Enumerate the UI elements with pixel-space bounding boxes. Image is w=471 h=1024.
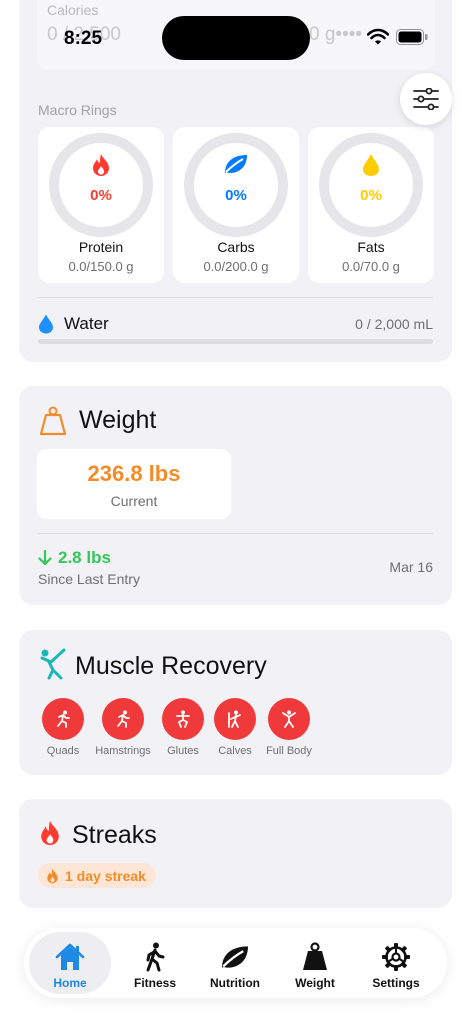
tab-home[interactable]: Home	[29, 932, 111, 994]
gear-icon	[381, 942, 411, 972]
walking-figure-icon	[143, 942, 167, 972]
muscle-label: Quads	[46, 745, 80, 757]
streaks-card[interactable]: Streaks 1 day streak	[19, 799, 452, 908]
tab-fitness[interactable]: Fitness	[114, 932, 196, 994]
arrow-down-icon	[38, 550, 52, 566]
filter-button[interactable]	[400, 73, 452, 125]
running-figure-icon	[102, 698, 144, 740]
divider	[38, 533, 433, 534]
tab-label: Weight	[295, 976, 335, 990]
muscle-recovery-card[interactable]: Muscle Recovery Quads Hamstrings Glutes …	[19, 630, 452, 775]
water-label: Water	[64, 314, 109, 333]
weight-date: Mar 16	[389, 559, 433, 575]
muscle-item-glutes[interactable]: Glutes	[153, 698, 213, 757]
streak-badge-label: 1 day streak	[65, 867, 146, 884]
weight-change-value: 2.8 lbs	[58, 548, 111, 567]
current-weight-label: Current	[110, 493, 158, 509]
water-drop-icon	[38, 314, 54, 334]
streak-badge: 1 day streak	[38, 863, 156, 888]
wifi-icon	[366, 28, 390, 46]
macro-amount: 0.0/150.0 g	[68, 259, 134, 274]
water-progress-bar	[38, 339, 433, 344]
status-time: 8:25	[64, 28, 103, 49]
macro-percent: 0%	[90, 187, 112, 204]
water-value: 0 / 2,000 mL	[355, 316, 433, 332]
weight-card[interactable]: Weight 236.8 lbs Current 2.8 lbs Since L…	[19, 386, 452, 605]
leaf-icon	[219, 942, 251, 972]
macro-name: Protein	[78, 239, 124, 255]
stretching-figure-icon	[39, 648, 67, 685]
house-icon	[55, 942, 85, 972]
macro-percent: 0%	[360, 187, 382, 204]
macro-amount: 0.0/70.0 g	[342, 259, 400, 274]
muscle-label: Full Body	[266, 745, 312, 757]
flame-icon	[39, 819, 61, 852]
flame-icon	[38, 153, 164, 179]
macro-ring	[319, 133, 423, 237]
flame-icon	[47, 868, 58, 883]
running-figure-icon	[42, 698, 84, 740]
tab-settings[interactable]: Settings	[355, 932, 437, 994]
weight-title: Weight	[79, 406, 157, 434]
scale-weight-icon	[39, 406, 67, 441]
muscle-item-calves[interactable]: Calves	[205, 698, 265, 757]
muscle-label: Calves	[218, 745, 252, 757]
scale-weight-icon	[301, 942, 329, 972]
macro-rings-title: Macro Rings	[38, 102, 117, 118]
drop-icon	[308, 153, 434, 179]
current-weight-box: 236.8 lbs Current	[37, 449, 231, 519]
leaf-icon	[173, 153, 299, 179]
macro-ring	[184, 133, 288, 237]
macro-ring	[49, 133, 153, 237]
tab-label: Fitness	[133, 976, 176, 990]
tab-label: Settings	[372, 976, 420, 990]
squat-figure-icon	[162, 698, 204, 740]
tab-label: Nutrition	[210, 976, 260, 990]
climbing-figure-icon	[214, 698, 256, 740]
muscle-label: Hamstrings	[95, 745, 151, 757]
muscle-item-hamstrings[interactable]: Hamstrings	[93, 698, 153, 757]
macro-name: Fats	[357, 239, 385, 255]
streaks-title: Streaks	[72, 821, 157, 849]
muscle-item-full-body[interactable]: Full Body	[259, 698, 319, 757]
battery-icon	[396, 29, 428, 45]
muscle-recovery-title: Muscle Recovery	[75, 652, 267, 680]
macro-name: Carbs	[217, 239, 255, 255]
tab-bar: Home Fitness Nutrition Weight Settings	[24, 928, 447, 998]
divider	[38, 297, 433, 298]
dynamic-island	[162, 16, 310, 60]
macro-card-fats[interactable]: 0% Fats 0.0/70.0 g	[308, 127, 434, 283]
macro-amount: 0.0/200.0 g	[203, 259, 269, 274]
weight-change-label: Since Last Entry	[38, 571, 140, 587]
status-bar: 8:25	[0, 0, 471, 70]
muscle-label: Glutes	[167, 745, 199, 757]
tab-label: Home	[53, 976, 87, 990]
macro-percent: 0%	[225, 187, 247, 204]
tab-weight[interactable]: Weight	[274, 932, 356, 994]
tab-nutrition[interactable]: Nutrition	[194, 932, 276, 994]
current-weight-value: 236.8 lbs	[87, 461, 181, 486]
full-body-figure-icon	[268, 698, 310, 740]
weight-change: 2.8 lbs	[38, 548, 111, 568]
sliders-icon	[413, 88, 439, 110]
macro-card-protein[interactable]: 0% Protein 0.0/150.0 g	[38, 127, 164, 283]
macro-card-carbs[interactable]: 0% Carbs 0.0/200.0 g	[173, 127, 299, 283]
muscle-item-quads[interactable]: Quads	[33, 698, 93, 757]
